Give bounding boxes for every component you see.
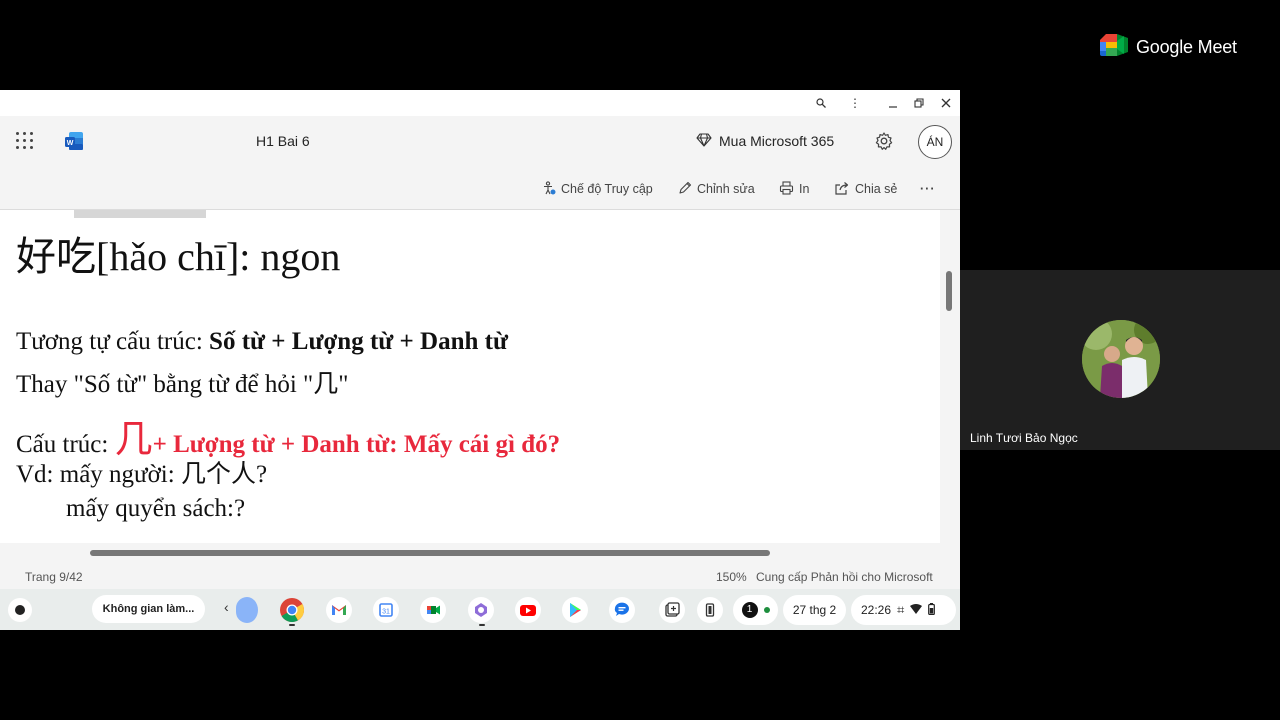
play-store-icon[interactable] [562, 597, 588, 623]
screen-capture-icon[interactable] [659, 597, 685, 623]
printer-icon [779, 180, 794, 198]
notification-counter[interactable]: 1 [733, 595, 778, 625]
phone-hub-icon[interactable] [697, 597, 723, 623]
ribbon-more-button[interactable]: ··· [920, 180, 936, 198]
horizontal-scrollbar[interactable] [0, 543, 960, 563]
partial-app-icon[interactable] [236, 597, 258, 623]
wifi-icon [910, 603, 923, 617]
battery-icon [928, 602, 936, 618]
share-button[interactable]: Chia sẻ [834, 180, 897, 198]
restore-icon[interactable] [910, 94, 928, 112]
document-title[interactable]: H1 Bai 6 [256, 133, 310, 149]
chrome-running-indicator [289, 624, 295, 626]
diamond-icon [696, 132, 712, 150]
ime-icon: ⌗ [897, 602, 905, 617]
meet-app-icon[interactable] [420, 597, 446, 623]
buy-microsoft-365-button[interactable]: Mua Microsoft 365 [696, 132, 834, 150]
participant-name: Linh Tươi Bảo Ngọc [970, 431, 1078, 445]
document-canvas[interactable]: 好吃[hǎo chī]: ngon Tương tự cấu trúc: Số … [0, 210, 940, 543]
chevron-left-icon[interactable]: ‹ [224, 599, 229, 615]
photos-running-indicator [479, 624, 485, 626]
word-status-bar: Trang 9/42 150% Cung cấp Phản hồi cho Mi… [0, 563, 960, 589]
page-count: Trang 9/42 [25, 570, 83, 584]
horizontal-scroll-thumb[interactable] [90, 550, 770, 556]
photos-app-icon[interactable] [468, 597, 494, 623]
word-header: W H1 Bai 6 Mua Microsoft 365 ÁN [0, 116, 960, 166]
minimize-icon[interactable] [884, 94, 902, 112]
zoom-icon[interactable] [812, 94, 830, 112]
chrome-icon[interactable] [279, 597, 305, 623]
share-label: Chia sẻ [855, 182, 898, 196]
vertical-scrollbar[interactable] [940, 210, 960, 543]
structure-label: Tương tự cấu trúc: [16, 328, 210, 355]
svg-text:W: W [67, 140, 74, 147]
doc-line-vocab: 好吃[hǎo chī]: ngon [16, 234, 341, 279]
close-icon[interactable] [937, 94, 955, 112]
chromeos-shelf: Không gian làm... ‹ 31 1 27 thg 2 22:26 … [0, 589, 960, 630]
gmail-icon[interactable] [326, 597, 352, 623]
access-mode-label: Chế độ Truy cập [561, 182, 653, 196]
doc-line-example-1: Vd: mấy người: 几个人? [16, 461, 268, 488]
participant-tile[interactable]: Linh Tươi Bảo Ngọc [960, 270, 1280, 450]
settings-gear-icon[interactable] [874, 131, 894, 151]
google-meet-logo-icon [1100, 33, 1128, 61]
account-avatar[interactable]: ÁN [918, 125, 952, 159]
edit-label: Chỉnh sửa [697, 182, 755, 196]
buy-microsoft-365-label: Mua Microsoft 365 [719, 133, 835, 149]
highlight-fragment [74, 210, 206, 218]
window-more-icon[interactable]: ⋮ [846, 94, 864, 112]
edit-button[interactable]: Chỉnh sửa [678, 180, 755, 198]
word-logo-icon[interactable]: W [64, 131, 84, 151]
pencil-icon [678, 181, 692, 198]
notification-count: 1 [741, 602, 758, 618]
structure-formula: Số từ + Lượng từ + Danh từ [209, 328, 508, 355]
shared-screen: ⋮ W H1 Bai 6 Mua Microsoft 365 ÁN Chế độ… [0, 90, 960, 630]
accessibility-icon [542, 180, 556, 198]
youtube-icon[interactable] [515, 597, 541, 623]
vertical-scroll-thumb[interactable] [946, 271, 952, 311]
print-button[interactable]: In [779, 180, 809, 198]
print-label: In [799, 182, 810, 196]
launcher-button[interactable] [8, 598, 32, 622]
desk-button[interactable]: Không gian làm... [92, 595, 205, 623]
status-green-dot-icon [763, 607, 770, 613]
share-icon [834, 181, 850, 198]
system-tray[interactable]: 22:26 ⌗ [851, 595, 956, 625]
doc-line-example-2: mấy quyển sách:? [66, 495, 246, 522]
google-meet-title: Google Meet [1136, 36, 1237, 57]
clock-time: 22:26 [861, 603, 892, 617]
google-meet-brand: Google Meet [1100, 33, 1237, 61]
messages-icon[interactable] [609, 597, 635, 623]
participant-avatar [1082, 320, 1160, 398]
word-ribbon: Chế độ Truy cập Chỉnh sửa In Chia sẻ ··· [0, 166, 960, 210]
zoom-level[interactable]: 150% [716, 570, 747, 584]
window-titlebar: ⋮ [0, 90, 960, 116]
access-mode-button[interactable]: Chế độ Truy cập [542, 180, 653, 198]
svg-text:31: 31 [382, 609, 390, 616]
calendar-icon[interactable]: 31 [373, 597, 399, 623]
feedback-link[interactable]: Cung cấp Phản hồi cho Microsoft [756, 570, 933, 584]
app-launcher-icon[interactable] [16, 132, 34, 150]
date-tray[interactable]: 27 thg 2 [783, 595, 846, 625]
doc-line-structure: Tương tự cấu trúc: Số từ + Lượng từ + Da… [16, 328, 508, 356]
doc-line-replace: Thay "Số từ" bằng từ để hỏi "几" [16, 371, 349, 398]
